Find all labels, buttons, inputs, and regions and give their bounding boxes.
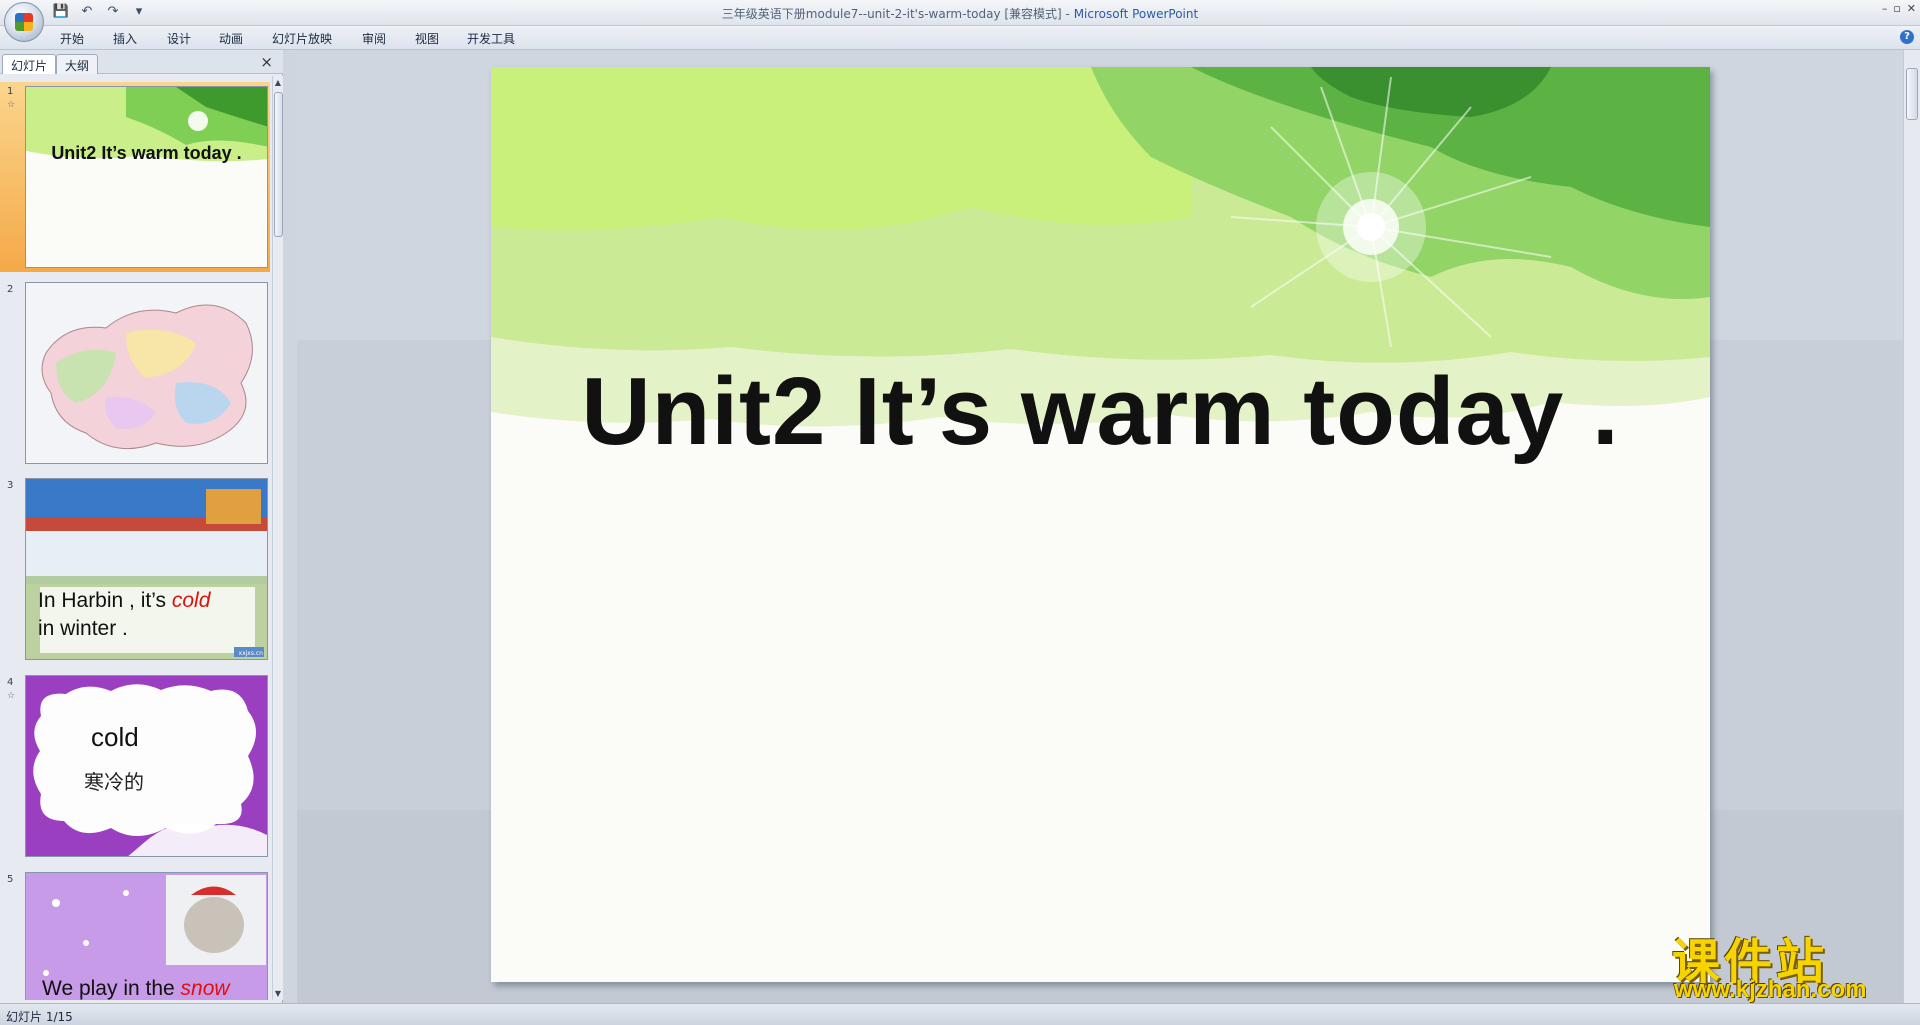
app-name: Microsoft PowerPoint (1074, 7, 1199, 21)
editor-scrollbar[interactable] (1903, 50, 1920, 1003)
status-bar: 幻灯片 1/15 (0, 1003, 1920, 1025)
restore-icon[interactable]: ▫ (1893, 2, 1900, 15)
thumbnail-slide-3[interactable]: 3 In Harbin , it’s cold in winter . xxjx… (0, 476, 270, 666)
highlight-word: snow (181, 977, 230, 1000)
current-slide[interactable]: Unit2 It’s warm today . (491, 67, 1710, 982)
thumbnail-slide-2[interactable]: 2 (0, 280, 270, 470)
text-part: In Harbin , it’s (38, 589, 172, 612)
tab-home[interactable]: 开始 (60, 30, 84, 47)
slide-number: 2 (7, 284, 13, 295)
tab-slides[interactable]: 幻灯片 (2, 54, 56, 74)
document-name: 三年级英语下册module7--unit-2-it's-warm-today [… (722, 7, 1074, 21)
slide-title[interactable]: Unit2 It’s warm today . (491, 357, 1710, 467)
thumbnail-slide-5[interactable]: 5 We play in the snow (0, 870, 270, 1000)
tab-design[interactable]: 设计 (167, 30, 191, 47)
slide-editor: Unit2 It’s warm today . (297, 50, 1903, 1003)
thumbnail-image: In Harbin , it’s cold in winter . xxjxs.… (25, 478, 268, 660)
slide-thumbnails: 1 ☆ Unit2 It’s warm today . 2 (0, 76, 270, 1000)
site-watermark: 课件站 www.kjzhan.com (1668, 922, 1904, 1002)
slide-number: 1 (7, 86, 13, 97)
slide-number: 5 (7, 874, 13, 885)
thumbnail-slide-4[interactable]: 4 ☆ cold 寒冷的 (0, 673, 270, 863)
thumbnail-image: cold 寒冷的 (25, 675, 268, 857)
slide-background (491, 67, 1710, 982)
animation-star-icon: ☆ (7, 100, 15, 110)
panel-tabs: 幻灯片 大纲 × (0, 50, 283, 74)
minimize-icon[interactable]: – (1882, 2, 1888, 15)
tab-insert[interactable]: 插入 (113, 30, 137, 47)
scroll-down-icon[interactable]: ▼ (273, 989, 283, 998)
slide-counter: 幻灯片 1/15 (6, 1008, 73, 1025)
slide-4-background (26, 676, 268, 857)
thumbnail-image (25, 282, 268, 464)
scrollbar-thumb[interactable] (274, 92, 283, 237)
highlight-word: cold (172, 589, 211, 612)
slides-panel: 幻灯片 大纲 × 1 ☆ Unit2 It’s warm today . 2 (0, 50, 283, 1003)
ribbon-tabs: 开始 插入 设计 动画 幻灯片放映 审阅 视图 开发工具 ? (0, 26, 1920, 50)
slide-number: 3 (7, 480, 13, 491)
thumbnail-title: Unit2 It’s warm today . (26, 143, 267, 164)
slide-1-background (26, 87, 268, 268)
thumbnail-text: We play in the snow (42, 977, 230, 1000)
close-panel-icon[interactable]: × (260, 53, 273, 71)
tab-animations[interactable]: 动画 (219, 30, 243, 47)
scroll-up-icon[interactable]: ▲ (273, 78, 283, 87)
window-controls: – ▫ ✕ (1882, 2, 1916, 15)
watermark-url: www.kjzhan.com (1674, 976, 1866, 1004)
china-map-image (26, 283, 268, 464)
scrollbar-thumb[interactable] (1906, 68, 1918, 120)
thumbnail-text-line-2: in winter . (38, 617, 128, 641)
office-button[interactable] (4, 2, 44, 42)
text-part: We play in the (42, 977, 181, 1000)
tab-slideshow[interactable]: 幻灯片放映 (272, 30, 332, 47)
office-logo-icon (15, 13, 33, 31)
thumbnail-text-line-1: In Harbin , it’s cold (38, 589, 210, 613)
close-icon[interactable]: ✕ (1907, 2, 1916, 15)
thumbnail-slide-1[interactable]: 1 ☆ Unit2 It’s warm today . (0, 82, 270, 272)
help-icon[interactable]: ? (1900, 30, 1914, 44)
panel-scrollbar[interactable]: ▲ ▼ (272, 76, 283, 1000)
tab-review[interactable]: 审阅 (362, 30, 386, 47)
title-bar: 💾 ↶ ↷ ▾ 三年级英语下册module7--unit-2-it's-warm… (0, 0, 1920, 26)
thumbnail-image: We play in the snow (25, 872, 268, 1000)
slide-number: 4 (7, 677, 13, 688)
thumbnail-image: Unit2 It’s warm today . (25, 86, 268, 268)
thumbnail-word: cold (91, 722, 139, 753)
thumbnail-meaning: 寒冷的 (84, 766, 144, 795)
tab-developer[interactable]: 开发工具 (467, 30, 515, 47)
window-title: 三年级英语下册module7--unit-2-it's-warm-today [… (0, 5, 1920, 22)
thumbnail-badge: xxjxs.cn (239, 650, 263, 657)
tab-view[interactable]: 视图 (415, 30, 439, 47)
animation-star-icon: ☆ (7, 691, 15, 701)
tab-outline[interactable]: 大纲 (56, 54, 98, 74)
